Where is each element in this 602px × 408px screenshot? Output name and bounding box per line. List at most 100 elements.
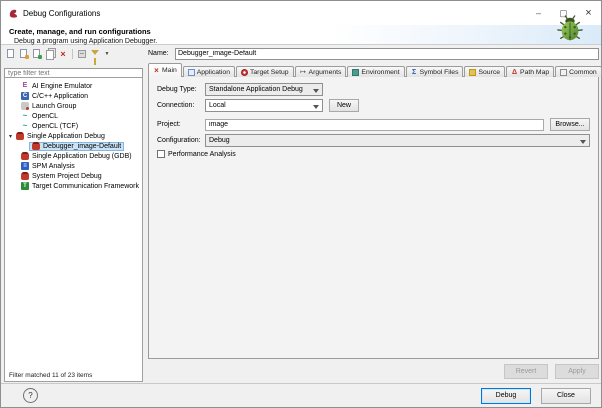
minimize-icon[interactable]: – [526,1,551,25]
environment-tab-icon [352,69,359,76]
spm-analysis-icon: ≡ [21,162,29,170]
delete-configuration-icon[interactable]: × [58,49,68,59]
configuration-combo[interactable]: Debug [205,134,590,147]
debug-type-label: Debug Type: [157,86,205,93]
tab-source[interactable]: Source [464,66,505,77]
connection-label: Connection: [157,102,205,109]
performance-analysis-checkbox[interactable] [157,150,165,158]
tab-main[interactable]: × Main [148,63,182,77]
close-button[interactable]: Close [541,388,591,404]
debug-type-combo[interactable]: Standalone Application Debug [205,83,323,96]
debug-configurations-icon [8,8,18,18]
tree-item-cpp-application[interactable]: C C/C++ Application [5,91,142,101]
connection-row: Connection: Local New [157,99,590,112]
toolbar-menu-arrow-icon[interactable]: ▼ [103,49,113,59]
performance-analysis-label: Performance Analysis [168,151,236,158]
tree-item-single-application-debug[interactable]: ▾ Single Application Debug [5,131,142,141]
tree-item-label: C/C++ Application [32,93,88,100]
name-row: Name: [148,47,599,60]
project-row: Project: Browse... [157,118,590,131]
tcf-icon: T [21,182,29,190]
tab-label: Arguments [309,69,342,76]
arguments-tab-icon: ↦ [300,69,307,76]
tree-item-system-project-debug[interactable]: System Project Debug [5,171,142,181]
export-configurations-icon[interactable] [32,49,42,59]
tree-item-launch-group[interactable]: Launch Group [5,101,142,111]
banner-subtitle: Debug a program using Application Debugg… [9,38,601,45]
selected-tree-item: Debugger_image-Default [29,142,124,151]
new-prototype-icon[interactable] [19,49,29,59]
configuration-value: Debug [209,137,230,144]
name-input[interactable] [175,48,599,60]
filter-configurations-icon[interactable] [90,49,100,59]
expander-icon[interactable]: ▾ [9,133,16,140]
tree-item-single-application-debug-gdb[interactable]: Single Application Debug (GDB) [5,151,142,161]
connection-combo[interactable]: Local [205,99,323,112]
debug-config-icon [16,132,24,140]
tree-item-label: SPM Analysis [32,163,75,170]
tree-item-label: Target Communication Framework [32,183,139,190]
debug-type-value: Standalone Application Debug [209,86,303,93]
tree-item-label: System Project Debug [32,173,102,180]
tab-path-map[interactable]: Δ Path Map [506,66,554,77]
header-banner: Create, manage, and run configurations D… [1,25,601,45]
path-map-tab-icon: Δ [511,69,518,76]
tab-common[interactable]: Common [555,66,602,77]
tab-label: Symbol Files [420,69,459,76]
project-input[interactable] [205,119,544,131]
help-button[interactable]: ? [23,388,38,403]
tree-item-opencl[interactable]: ~ OpenCL [5,111,142,121]
source-tab-icon [469,69,476,76]
filter-box [4,62,143,75]
tab-symbol-files[interactable]: Σ Symbol Files [406,66,464,77]
tree-item-target-communication-framework[interactable]: T Target Communication Framework [5,181,142,191]
main-tab-icon: × [153,67,160,74]
debug-button[interactable]: Debug [481,388,531,404]
banner-title: Create, manage, and run configurations [9,27,601,36]
debug-configurations-dialog: { "window": { "title": "Debug Configurat… [0,0,602,408]
tree-item-debugger-image-default[interactable]: Debugger_image-Default [5,141,142,151]
opencl-icon: ~ [21,112,29,120]
configuration-row: Configuration: Debug [157,134,590,147]
tab-label: Common [569,69,597,76]
new-configuration-icon[interactable] [6,49,16,59]
debug-config-icon [21,152,29,160]
tab-label: Path Map [520,69,549,76]
tab-target-setup[interactable]: Target Setup [236,66,294,77]
collapse-all-icon[interactable]: ‒ [77,49,87,59]
tab-bar: × Main Application Target Setup ↦ Argume… [148,63,602,77]
footer: ? Debug Close [1,383,601,407]
tree-item-label: Debugger_image-Default [43,143,121,150]
apply-button[interactable]: Apply [555,364,599,379]
chevron-down-icon [580,140,586,144]
launch-group-icon [21,102,29,110]
revert-apply-row: Revert Apply [504,364,599,379]
tab-application[interactable]: Application [183,66,235,77]
application-tab-icon [188,69,195,76]
duplicate-configuration-icon[interactable] [45,49,55,59]
configurations-toolbar: × ‒ ▼ [4,47,143,60]
chevron-down-icon [313,105,319,109]
tree-item-spm-analysis[interactable]: ≡ SPM Analysis [5,161,142,171]
tree-item-label: OpenCL (TCF) [32,123,78,130]
revert-button[interactable]: Revert [504,364,548,379]
configurations-panel: × ‒ ▼ E AI Engine Emulator C C/C++ Appli… [4,47,143,382]
project-label: Project: [157,121,205,128]
symbol-files-tab-icon: Σ [411,69,418,76]
tab-label: Target Setup [250,69,289,76]
tree-item-label: Launch Group [32,103,76,110]
new-connection-button[interactable]: New [329,99,359,112]
tree-item-label: Single Application Debug (GDB) [32,153,132,160]
target-setup-tab-icon [241,69,248,76]
name-label: Name: [148,50,175,57]
debug-config-icon [32,142,40,150]
tab-arguments[interactable]: ↦ Arguments [295,66,347,77]
browse-button[interactable]: Browse... [550,118,590,131]
common-tab-icon [560,69,567,76]
tab-environment[interactable]: Environment [347,66,404,77]
tree-item-ai-engine-emulator[interactable]: E AI Engine Emulator [5,81,142,91]
debug-type-row: Debug Type: Standalone Application Debug [157,83,590,96]
chevron-down-icon [313,89,319,93]
tree-item-opencl-tcf[interactable]: ~ OpenCL (TCF) [5,121,142,131]
cpp-application-icon: C [21,92,29,100]
